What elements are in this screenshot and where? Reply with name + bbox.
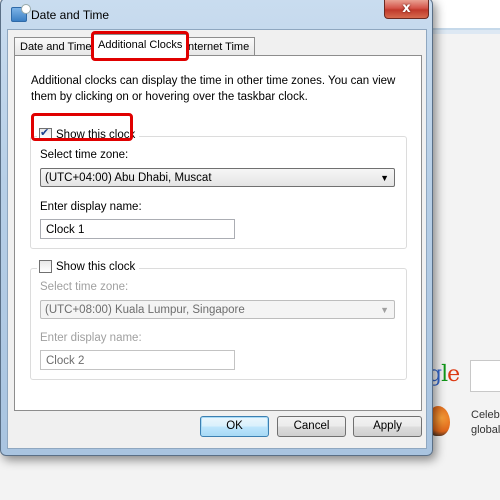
clock-2-timezone-select[interactable]: (UTC+08:00) Kuala Lumpur, Singapore ▼ — [40, 300, 395, 319]
clock-2-group: Show this clock Select time zone: (UTC+0… — [30, 260, 407, 380]
promo-line-2: global — [471, 424, 500, 436]
title-bar[interactable]: Date and Time x — [1, 0, 432, 29]
clock-2-timezone-label: Select time zone: — [40, 281, 129, 293]
dropdown-arrow-icon: ▼ — [380, 305, 389, 315]
background-promo-text[interactable]: Celeb global — [471, 408, 500, 438]
show-clock-1-label[interactable]: Show this clock — [56, 129, 135, 141]
tab-additional-clocks[interactable]: Additional Clocks — [92, 34, 189, 57]
clock-1-timezone-select[interactable]: (UTC+04:00) Abu Dhabi, Muscat ▼ — [40, 168, 395, 187]
clock-1-timezone-value: (UTC+04:00) Abu Dhabi, Muscat — [45, 172, 212, 184]
cancel-button[interactable]: Cancel — [277, 416, 346, 437]
dialog-client-area: Date and Time Additional Clocks Internet… — [7, 29, 427, 449]
clock-2-legend: Show this clock — [37, 260, 140, 273]
clock-1-name-label: Enter display name: — [40, 201, 142, 213]
browser-address-bar[interactable] — [430, 0, 500, 30]
clock-1-name-input[interactable]: Clock 1 — [40, 219, 235, 239]
tab-panel-additional-clocks: Additional clocks can display the time i… — [14, 55, 422, 411]
clock-1-timezone-label: Select time zone: — [40, 149, 129, 161]
dropdown-arrow-icon: ▼ — [380, 173, 389, 183]
ok-button[interactable]: OK — [200, 416, 269, 437]
tab-date-and-time[interactable]: Date and Time — [14, 37, 98, 56]
clock-calendar-icon — [11, 4, 31, 22]
show-clock-2-checkbox[interactable] — [39, 260, 52, 273]
browser-toolbar-strip — [430, 30, 500, 34]
tab-internet-time[interactable]: Internet Time — [179, 37, 256, 56]
clock-1-legend: Show this clock — [31, 113, 140, 141]
intro-text: Additional clocks can display the time i… — [31, 75, 396, 103]
date-time-dialog: Date and Time x Date and Time Additional… — [0, 0, 433, 456]
close-button[interactable]: x — [384, 0, 429, 19]
apply-button[interactable]: Apply — [353, 416, 422, 437]
promo-line-1: Celeb — [471, 409, 500, 421]
window-title: Date and Time — [31, 8, 110, 22]
clock-1-group: Show this clock Select time zone: (UTC+0… — [30, 113, 407, 249]
show-clock-1-checkbox[interactable] — [39, 126, 52, 141]
close-icon: x — [402, 1, 411, 16]
clock-2-timezone-value: (UTC+08:00) Kuala Lumpur, Singapore — [45, 304, 245, 316]
clock-2-name-input[interactable]: Clock 2 — [40, 350, 235, 370]
search-input[interactable] — [470, 360, 500, 392]
show-clock-2-label[interactable]: Show this clock — [56, 261, 135, 273]
clock-2-name-label: Enter display name: — [40, 332, 142, 344]
